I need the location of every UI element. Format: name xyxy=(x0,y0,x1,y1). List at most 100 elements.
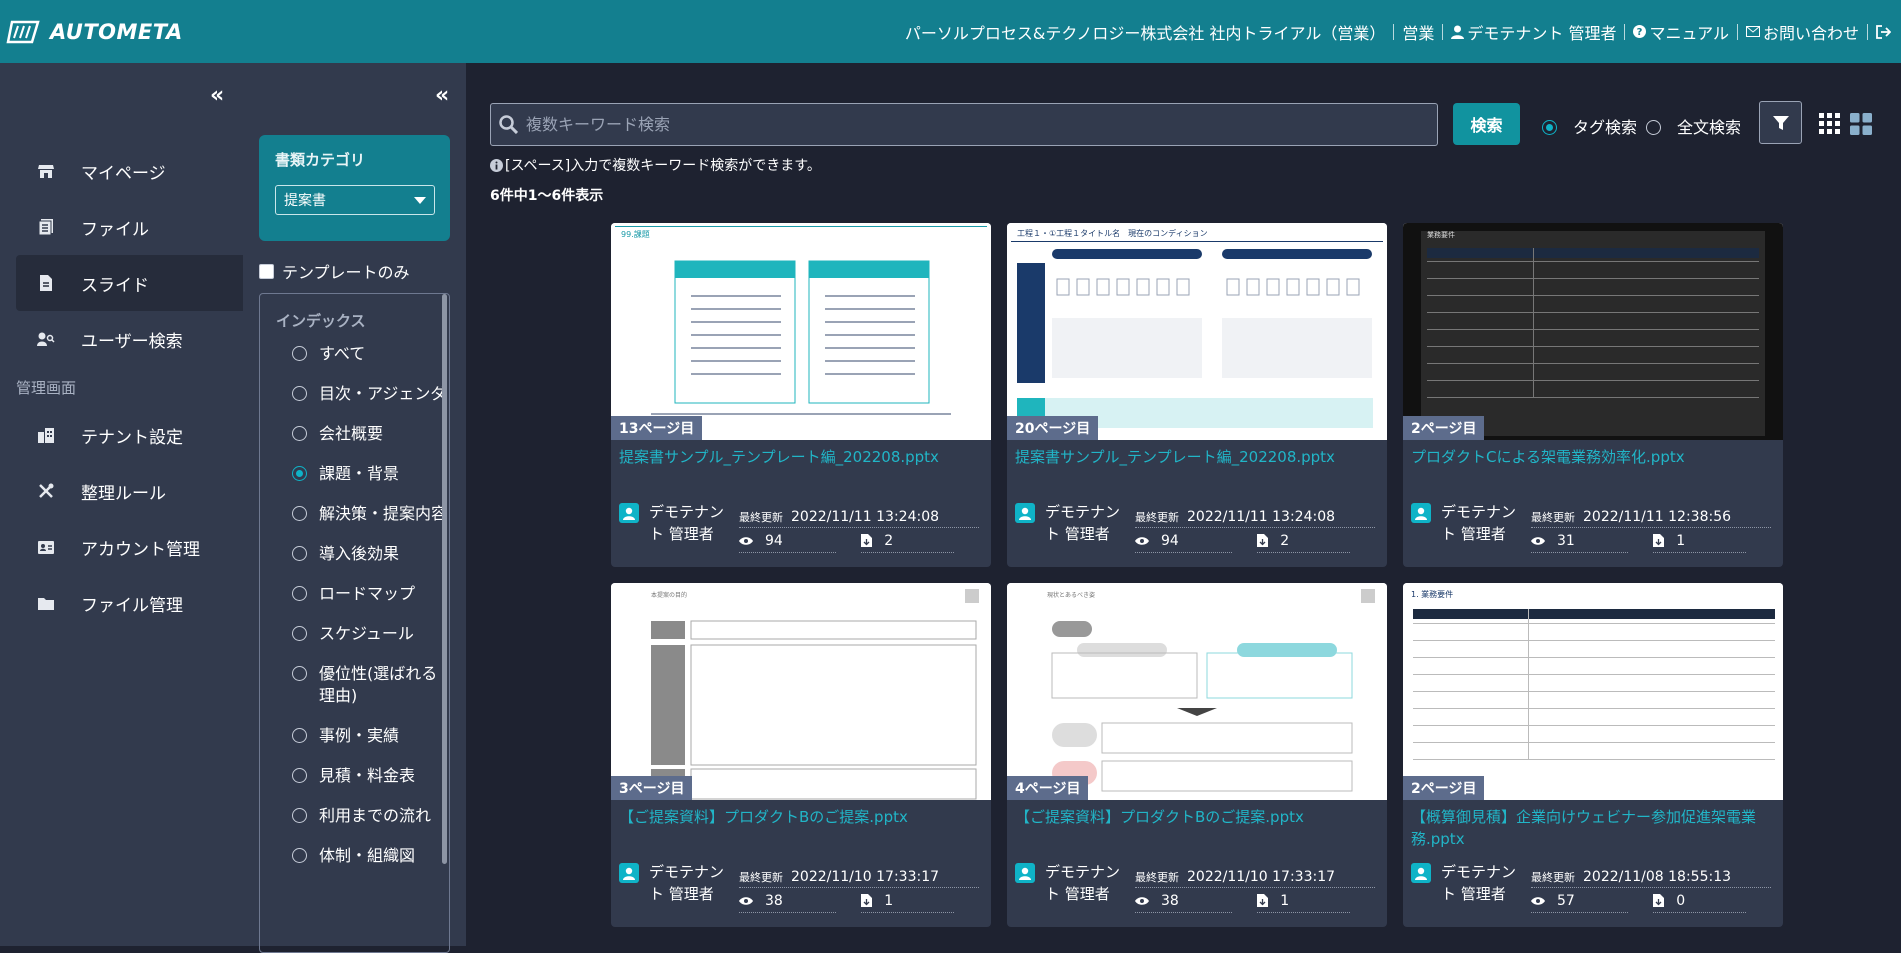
user-menu[interactable]: デモテナント 管理者 xyxy=(1451,20,1616,44)
slide-thumbnail[interactable]: 現状とあるべき姿 4ページ目 xyxy=(1007,583,1387,800)
sidebar-item-label: ユーザー検索 xyxy=(81,331,183,352)
manual-link[interactable]: ? マニュアル xyxy=(1633,20,1729,44)
download-count: 1 xyxy=(1257,889,1350,913)
tag-search-radio[interactable] xyxy=(1542,120,1557,135)
result-card[interactable]: 業務要件 2ページ目プロダクトCによる架電業務効率化.pptx デモテナント 管理者… xyxy=(1403,223,1783,567)
result-card[interactable]: 本提案の目的 3ページ目 【ご提案資料】プロダクトBのご提案.pptx デモテナント … xyxy=(611,583,991,927)
page-badge: 2ページ目 xyxy=(1403,776,1485,800)
contact-link[interactable]: お問い合わせ xyxy=(1745,20,1859,44)
template-only-checkbox[interactable] xyxy=(259,263,274,279)
eye-icon xyxy=(1135,896,1149,905)
index-item-label: 解決策・提案内容 xyxy=(319,504,448,523)
file-title-link[interactable]: 【ご提案資料】プロダクトBのご提案.pptx xyxy=(1015,806,1375,828)
index-radio-group: すべて目次・アジェンダ 会社概要課題・背景解決策・提案内容導入後効果ロードマップス… xyxy=(260,343,449,867)
updated-timestamp: 2022/11/10 17:33:17 xyxy=(1187,868,1336,885)
fulltext-search-option[interactable]: 全文検索 xyxy=(1646,114,1741,138)
file-title-link[interactable]: 提案書サンプル_テンプレート編_202208.pptx xyxy=(619,446,979,468)
slide-thumbnail[interactable]: 業務要件 2ページ目 xyxy=(1403,223,1783,440)
sidebar-item-rules[interactable]: 整理ルール xyxy=(16,463,243,519)
sidebar-item-slide[interactable]: スライド xyxy=(16,255,243,311)
slide-thumbnail[interactable]: 本提案の目的 3ページ目 xyxy=(611,583,991,800)
index-radio[interactable] xyxy=(292,426,307,441)
result-card[interactable]: 1. 業務要件 2ページ目【概算御見積】企業向けウェビナー参加促進架電業務.ppt… xyxy=(1403,583,1783,927)
sidebar-item-label: テナント設定 xyxy=(81,427,183,448)
slide-thumbnail[interactable]: 工程１・①工程１タイトル名 現在のコンディション 20ページ目 xyxy=(1007,223,1387,440)
category-select[interactable]: 提案書 xyxy=(275,185,435,215)
department-name: 営業 xyxy=(1402,23,1435,43)
index-item[interactable]: ロードマップ xyxy=(260,583,449,605)
search-hint-text: [スペース]入力で複数キーワード検索ができます。 xyxy=(505,158,821,174)
sidebar-item-file-management[interactable]: ファイル管理 xyxy=(16,575,243,631)
stats-row: 38 1 xyxy=(1135,888,1375,914)
index-item[interactable]: スケジュール xyxy=(260,623,449,645)
logo-text: AUTOMETA xyxy=(50,19,183,44)
index-radio[interactable] xyxy=(292,346,307,361)
index-item[interactable]: すべて xyxy=(260,343,449,365)
index-item[interactable]: 会社概要 xyxy=(260,423,449,445)
slide-thumbnail[interactable]: 1. 業務要件 2ページ目 xyxy=(1403,583,1783,800)
index-item[interactable]: 利用までの流れ xyxy=(260,805,449,827)
download-count: 1 xyxy=(1653,529,1746,553)
file-title-link[interactable]: 提案書サンプル_テンプレート編_202208.pptx xyxy=(1015,446,1375,468)
results-grid: 99.課題 13ページ目提案書サンプル_テンプレート編_202208.pptx デモ… xyxy=(611,223,1783,927)
result-card[interactable]: 99.課題 13ページ目 提案書サンプル_テンプレート編_202208.pptx デモ… xyxy=(611,223,991,567)
search-input[interactable] xyxy=(526,115,1406,134)
sidebar-item-account[interactable]: アカウント管理 xyxy=(16,519,243,575)
sidebar-item-mypage[interactable]: マイページ xyxy=(16,143,243,199)
filter-button[interactable] xyxy=(1759,101,1802,144)
divider xyxy=(1442,23,1444,40)
index-radio[interactable] xyxy=(292,506,307,521)
index-item[interactable]: 解決策・提案内容 xyxy=(260,503,449,525)
file-title-link[interactable]: プロダクトCによる架電業務効率化.pptx xyxy=(1411,446,1771,468)
index-radio[interactable] xyxy=(292,626,307,641)
index-item-label: スケジュール xyxy=(319,624,414,643)
file-meta: 最終更新 2022/11/10 17:33:17 38 1 xyxy=(739,866,979,914)
file-title-link[interactable]: 【ご提案資料】プロダクトBのご提案.pptx xyxy=(619,806,979,828)
index-radio[interactable] xyxy=(292,808,307,823)
result-card[interactable]: 工程１・①工程１タイトル名 現在のコンディション 20ページ目提案書サンプル_テン… xyxy=(1007,223,1387,567)
building-icon xyxy=(36,427,56,443)
sidebar-item-file[interactable]: ファイル xyxy=(16,199,243,255)
sidebar-item-tenant-settings[interactable]: テナント設定 xyxy=(16,407,243,463)
file-download-icon xyxy=(1653,534,1665,547)
index-radio[interactable] xyxy=(292,466,307,481)
view-count: 94 xyxy=(739,529,837,553)
index-scrollbar[interactable] xyxy=(442,294,447,864)
logo[interactable]: AUTOMETA xyxy=(6,18,183,46)
tag-search-option[interactable]: タグ検索 xyxy=(1542,114,1637,138)
index-radio[interactable] xyxy=(292,386,307,401)
divider xyxy=(1393,23,1395,40)
index-item[interactable]: 見積・料金表 xyxy=(260,765,449,787)
grid-large-view-button[interactable] xyxy=(1850,113,1872,139)
index-item[interactable]: 課題・背景 xyxy=(260,463,449,485)
index-radio[interactable] xyxy=(292,586,307,601)
index-radio[interactable] xyxy=(292,728,307,743)
sidebar-collapse-button[interactable]: « xyxy=(210,83,224,108)
stats-row: 94 2 xyxy=(739,528,979,554)
index-item[interactable]: 優位性(選ばれる理由) xyxy=(260,663,449,707)
index-radio[interactable] xyxy=(292,848,307,863)
file-title-link[interactable]: 【概算御見積】企業向けウェビナー参加促進架電業務.pptx xyxy=(1411,806,1771,850)
file-meta: 最終更新 2022/11/11 12:38:56 31 1 xyxy=(1531,506,1771,554)
filter-collapse-button[interactable]: « xyxy=(435,83,449,108)
index-item[interactable]: 事例・実績 xyxy=(260,725,449,747)
fulltext-search-radio[interactable] xyxy=(1646,120,1661,135)
updated-row: 最終更新 2022/11/10 17:33:17 xyxy=(739,866,979,888)
grid-small-view-button[interactable] xyxy=(1819,113,1840,138)
index-item[interactable]: 体制・組織図 xyxy=(260,845,449,867)
logout-button[interactable] xyxy=(1876,24,1891,39)
author: デモテナント 管理者 xyxy=(1411,861,1521,905)
author: デモテナント 管理者 xyxy=(1411,501,1521,545)
template-only-checkbox-row[interactable]: テンプレートのみ xyxy=(259,259,410,283)
index-radio[interactable] xyxy=(292,546,307,561)
result-card[interactable]: 現状とあるべき姿 4ページ目 【ご提案資料】プロダクトBのご提案.pptx デモテナン… xyxy=(1007,583,1387,927)
index-item[interactable]: 導入後効果 xyxy=(260,543,449,565)
slide-thumbnail[interactable]: 99.課題 13ページ目 xyxy=(611,223,991,440)
sidebar-item-user-search[interactable]: ユーザー検索 xyxy=(16,311,243,367)
index-item[interactable]: 目次・アジェンダ xyxy=(260,383,449,405)
search-button[interactable]: 検索 xyxy=(1453,103,1520,145)
download-count-value: 1 xyxy=(1280,892,1290,909)
sidebar-item-label: ファイル xyxy=(81,219,149,240)
index-radio[interactable] xyxy=(292,768,307,783)
index-radio[interactable] xyxy=(292,666,307,681)
